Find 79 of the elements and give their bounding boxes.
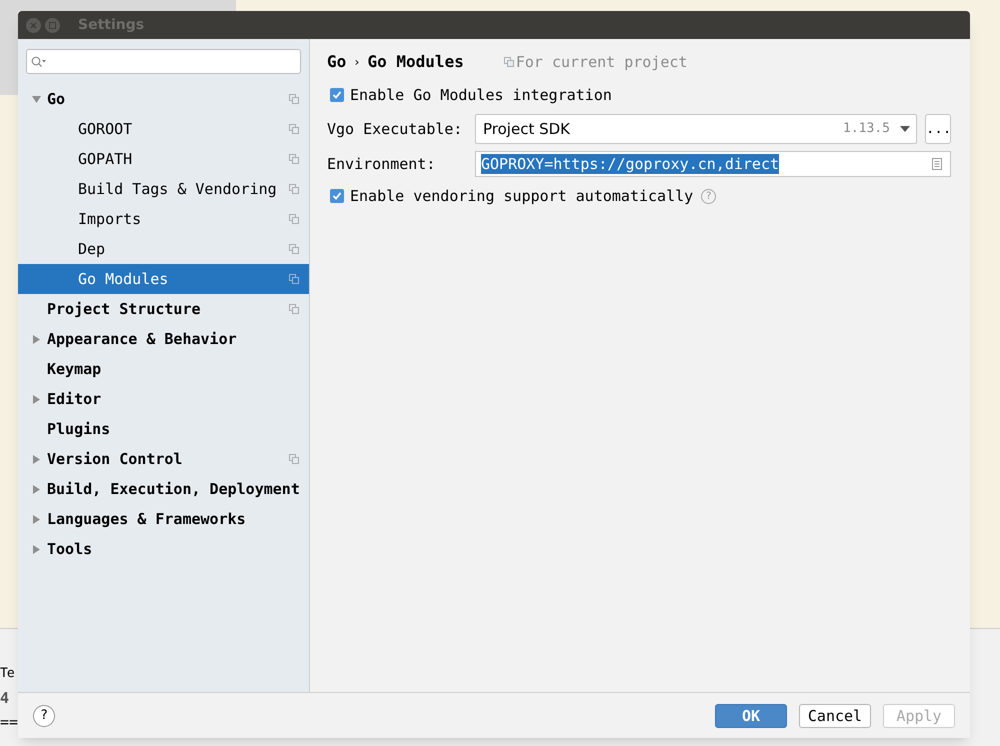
- dropdown-value: Project SDK: [483, 118, 571, 140]
- breadcrumb-item: Go Modules: [368, 51, 464, 73]
- checkbox[interactable]: [330, 189, 344, 203]
- document-icon[interactable]: [932, 158, 942, 170]
- search-field[interactable]: [26, 49, 301, 74]
- tree-item-label: Project Structure: [47, 298, 201, 320]
- tree-item[interactable]: Plugins: [18, 414, 309, 444]
- close-button[interactable]: [26, 18, 41, 32]
- tree-item-label: Keymap: [47, 358, 102, 380]
- tab-text: Te: [0, 665, 14, 683]
- copy-icon: [289, 154, 299, 164]
- line-number: 4: [0, 688, 10, 709]
- tree-item-label: Go Modules: [78, 268, 168, 290]
- copy-icon: [504, 57, 514, 67]
- tree-item[interactable]: Project Structure: [18, 294, 309, 324]
- field-label: Environment:: [327, 154, 436, 175]
- breadcrumb-item: Go: [327, 51, 346, 73]
- copy-icon: [289, 454, 299, 464]
- collapsed-arrow-icon[interactable]: [32, 454, 41, 464]
- expanded-arrow-icon[interactable]: [32, 94, 41, 104]
- copy-icon: [289, 184, 299, 194]
- scope-note: For current project: [516, 52, 688, 73]
- close-icon: [30, 22, 37, 28]
- collapsed-arrow-icon[interactable]: [32, 484, 41, 494]
- tree-item-label: Appearance & Behavior: [47, 328, 237, 350]
- tree-item[interactable]: Version Control: [18, 444, 309, 474]
- tree-item-label: Tools: [47, 538, 92, 560]
- collapsed-arrow-icon[interactable]: [32, 334, 41, 344]
- browse-button[interactable]: ...: [925, 114, 951, 144]
- copy-icon: [289, 214, 299, 224]
- dialog-button[interactable]: Cancel: [799, 704, 871, 728]
- copy-icon: [289, 304, 299, 314]
- tree-item[interactable]: Editor: [18, 384, 309, 414]
- dropdown[interactable]: Project SDK 1.13.5: [475, 114, 917, 144]
- maximize-icon: [49, 22, 56, 28]
- tree-item[interactable]: Appearance & Behavior: [18, 324, 309, 354]
- tree-item-label: GOROOT: [78, 118, 132, 140]
- tree-item[interactable]: GOPATH: [18, 144, 309, 174]
- version-label: 1.13.5: [843, 120, 890, 138]
- copy-icon: [289, 274, 299, 284]
- tree-item-label: Go: [47, 88, 66, 110]
- copy-icon: [289, 244, 299, 254]
- copy-icon: [289, 94, 299, 104]
- tree-item[interactable]: Dep: [18, 234, 309, 264]
- tree-item[interactable]: Go Modules: [18, 264, 309, 294]
- dialog-button[interactable]: OK: [715, 704, 787, 728]
- tree-item[interactable]: Keymap: [18, 354, 309, 384]
- copy-icon: [289, 124, 299, 134]
- tree-item[interactable]: Languages & Frameworks: [18, 504, 309, 534]
- tree-item-label: Languages & Frameworks: [47, 508, 246, 530]
- checkbox-label: Enable Go Modules integration: [350, 84, 612, 106]
- selected-text: GOPROXY=https://goproxy.cn,direct: [481, 154, 780, 174]
- tree-item[interactable]: GOROOT: [18, 114, 309, 144]
- tree-item[interactable]: Build Tags & Vendoring: [18, 174, 309, 204]
- tree-item-label: Imports: [78, 208, 142, 230]
- checkbox-label: Enable vendoring support automatically: [350, 186, 694, 207]
- tree-item[interactable]: Imports: [18, 204, 309, 234]
- input-field[interactable]: GOPROXY=https://goproxy.cn,direct: [475, 151, 951, 177]
- collapsed-arrow-icon[interactable]: [32, 544, 41, 554]
- tree-item[interactable]: Tools: [18, 534, 309, 564]
- code-text: ==: [0, 712, 18, 733]
- tree-item-label: Version Control: [47, 448, 182, 470]
- field-label: Vgo Executable:: [327, 118, 464, 140]
- tree-item-label: GOPATH: [78, 148, 132, 170]
- search-icon: [31, 56, 47, 68]
- tree-item-label: Plugins: [47, 418, 110, 440]
- tree-item[interactable]: Go: [18, 84, 309, 114]
- tree-item-label: Build, Execution, Deployment: [47, 478, 300, 500]
- tree-item-label: Editor: [47, 388, 102, 410]
- help-button[interactable]: ?: [33, 704, 55, 726]
- tree-item-label: Build Tags & Vendoring: [78, 178, 277, 200]
- breadcrumb-separator: ›: [353, 54, 360, 71]
- collapsed-arrow-icon[interactable]: [32, 394, 41, 404]
- caret-icon: [900, 126, 910, 132]
- tree-item[interactable]: Build, Execution, Deployment: [18, 474, 309, 504]
- checkbox[interactable]: [330, 88, 344, 102]
- tree-item-label: Dep: [78, 238, 106, 260]
- collapsed-arrow-icon[interactable]: [32, 514, 41, 524]
- maximize-button[interactable]: [45, 18, 60, 32]
